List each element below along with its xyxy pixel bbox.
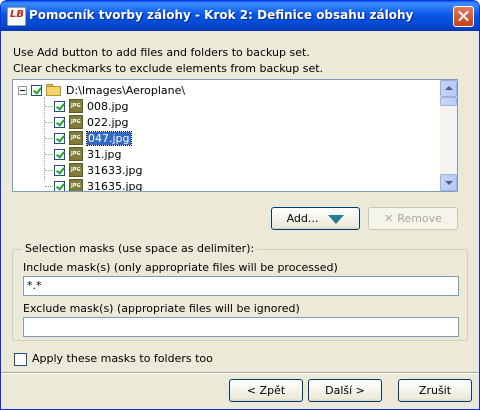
tree-item-label: 008.jpg [87,99,129,113]
title-bar[interactable]: LB Pomocník tvorby zálohy - Krok 2: Defi… [1,1,479,31]
tree-item-label: 31635.jpg [87,179,143,192]
tree-item-label: 047.jpg [86,130,132,146]
tree-scrollbar[interactable] [440,80,457,191]
back-button-label: < Zpět [246,384,286,397]
tree-item-checkbox[interactable] [54,116,65,128]
tree-item-checkbox[interactable] [54,132,65,144]
collapse-icon[interactable] [18,85,27,95]
instruction-line-1: Use Add button to add files and folders … [13,46,310,59]
tree-item-checkbox[interactable] [54,180,65,191]
cancel-button-label: Zrušit [418,384,452,397]
exclude-mask-label: Exclude mask(s) (appropriate files will … [23,302,300,315]
jpg-file-icon: JPG [69,163,83,177]
include-mask-label: Include mask(s) (only appropriate files … [23,261,338,274]
instruction-line-2: Clear checkmarks to exclude elements fro… [13,62,324,75]
close-button[interactable] [453,6,474,27]
apply-masks-folders-checkbox[interactable] [14,353,27,366]
tree-root-row[interactable]: D:\Images\Aeroplane\ [18,82,185,98]
selection-masks-title: Selection masks (use space as delimiter)… [22,242,258,255]
dropdown-triangle-icon [328,214,345,224]
next-button[interactable]: Další > [308,379,382,402]
footer-separator [1,372,479,374]
tree-root-checkbox[interactable] [31,84,42,96]
backup-tree[interactable]: D:\Images\Aeroplane\ JPG 008.jpg JPG 022… [12,79,458,192]
jpg-file-icon: JPG [69,99,83,113]
tree-item-checkbox[interactable] [54,100,65,112]
add-button[interactable]: Add... [271,207,360,230]
next-button-label: Další > [325,384,365,397]
jpg-file-icon: JPG [69,115,83,129]
scroll-down-arrow-icon[interactable] [440,174,457,191]
window-title: Pomocník tvorby zálohy - Krok 2: Definic… [29,8,414,22]
exclude-mask-input[interactable] [23,317,459,337]
include-mask-input[interactable]: *.* [23,276,459,296]
tree-item-label: 31.jpg [87,147,122,161]
app-icon: LB [7,7,26,26]
jpg-file-icon: JPG [69,147,83,161]
remove-button-label: Remove [397,212,442,225]
tree-item[interactable]: JPG 008.jpg [45,98,129,114]
wizard-window: LB Pomocník tvorby zálohy - Krok 2: Defi… [0,0,480,410]
apply-masks-folders-label: Apply these masks to folders too [32,352,213,365]
scroll-up-arrow-icon[interactable] [440,80,457,97]
add-button-label: Add... [286,212,319,225]
tree-item-label: 022.jpg [87,115,129,129]
folder-icon [46,84,62,96]
tree-item-checkbox[interactable] [54,148,65,160]
tree-item[interactable]: JPG 31633.jpg [45,162,143,178]
tree-root-label: D:\Images\Aeroplane\ [66,83,186,97]
tree-item[interactable]: JPG 31635.jpg [45,178,143,192]
cancel-button[interactable]: Zrušit [398,379,472,402]
jpg-file-icon: JPG [69,179,83,191]
tree-item-checkbox[interactable] [54,164,65,176]
remove-button[interactable]: ✕ Remove [368,207,458,230]
tree-item[interactable]: JPG 022.jpg [45,114,129,130]
jpg-file-icon: JPG [69,131,83,145]
tree-item-label: 31633.jpg [87,163,143,177]
tree-item[interactable]: JPG 31.jpg [45,146,122,162]
app-icon-text: LB [10,9,24,20]
scroll-thumb[interactable] [440,97,457,106]
remove-x-icon: ✕ [384,212,394,225]
tree-item-selected[interactable]: JPG 047.jpg [45,130,132,146]
back-button[interactable]: < Zpět [229,379,303,402]
